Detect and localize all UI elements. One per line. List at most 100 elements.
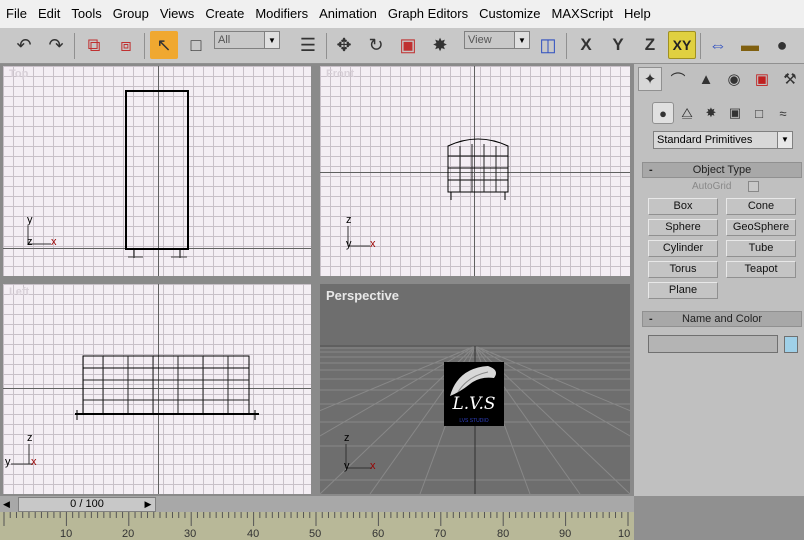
motion-tab-icon[interactable]: ◉ xyxy=(722,67,746,91)
track-tick-label: 10 xyxy=(60,528,73,540)
axis-x-label: x xyxy=(51,236,57,248)
viewport-left[interactable]: Left z y x xyxy=(3,284,311,494)
logo-text: L.V.S xyxy=(452,394,496,414)
utilities-tab-icon[interactable]: ⚒ xyxy=(778,67,802,91)
tube-button[interactable]: Tube xyxy=(726,240,796,257)
redo-icon[interactable]: ↷ xyxy=(42,31,70,59)
name-and-color-title: Name and Color xyxy=(681,313,763,325)
primitive-type-dropdown[interactable]: Standard Primitives ▼ xyxy=(653,131,793,149)
geometry-icon[interactable]: ● xyxy=(652,102,674,124)
menu-views[interactable]: Views xyxy=(156,0,201,28)
mirror-icon[interactable]: ⇔ xyxy=(704,31,732,59)
toolbar-separator xyxy=(700,33,701,59)
modify-tab-icon[interactable]: ⌒ xyxy=(666,67,690,91)
object-color-swatch[interactable] xyxy=(784,336,798,353)
restrict-y-button[interactable]: Y xyxy=(604,31,632,59)
restrict-x-button[interactable]: X xyxy=(572,31,600,59)
name-and-color-rollout[interactable]: - Name and Color xyxy=(642,311,802,327)
axis-y-label: y xyxy=(5,456,11,468)
hierarchy-tab-icon[interactable]: ▲ xyxy=(694,67,718,91)
unlink-selection-icon[interactable]: ⧈ xyxy=(112,31,140,59)
autogrid-checkbox[interactable] xyxy=(748,181,759,192)
material-editor-icon[interactable]: ● xyxy=(768,31,796,59)
select-by-name-icon[interactable]: ☰ xyxy=(294,31,322,59)
viewport-front[interactable]: Front z y x xyxy=(320,66,630,276)
pivot-point-icon[interactable]: ◫ xyxy=(534,31,562,59)
space-warps-icon[interactable]: ≈ xyxy=(772,102,794,124)
viewport-perspective[interactable]: Perspective L.V.S LVS STUDIO z x y xyxy=(320,284,630,494)
menu-animation[interactable]: Animation xyxy=(315,0,384,28)
reference-coordinate-dropdown[interactable]: View ▼ xyxy=(464,31,530,49)
select-object-icon[interactable]: ↖ xyxy=(150,31,178,59)
track-tick-label: 70 xyxy=(434,528,447,540)
select-and-link-icon[interactable]: ⧉ xyxy=(80,31,108,59)
object-name-field[interactable] xyxy=(648,335,778,353)
scale-icon[interactable]: ▣ xyxy=(394,31,422,59)
restrict-z-button[interactable]: Z xyxy=(636,31,664,59)
primitive-type-value: Standard Primitives xyxy=(657,134,753,146)
menu-file[interactable]: File xyxy=(2,0,34,28)
create-tab-icon[interactable]: ✦ xyxy=(638,67,662,91)
collapse-icon: - xyxy=(649,164,653,176)
chevron-down-icon: ▼ xyxy=(264,32,279,48)
lights-icon[interactable]: ✸ xyxy=(700,102,722,124)
track-bar[interactable]: 10 20 30 40 50 60 70 80 90 10 xyxy=(0,512,634,540)
toolbar-separator xyxy=(326,33,327,59)
time-slider[interactable]: ◀ 0 / 100 ▶ xyxy=(0,496,634,512)
track-tick-label: 90 xyxy=(559,528,572,540)
restrict-xy-button[interactable]: XY xyxy=(668,31,696,59)
track-tick-label: 80 xyxy=(497,528,510,540)
toolbar-separator xyxy=(144,33,145,59)
cone-button[interactable]: Cone xyxy=(726,198,796,215)
select-region-icon[interactable]: □ xyxy=(182,31,210,59)
helpers-icon[interactable]: □ xyxy=(748,102,770,124)
geosphere-button[interactable]: GeoSphere xyxy=(726,219,796,236)
manipulate-icon[interactable]: ✸ xyxy=(426,31,454,59)
align-icon[interactable]: ▬ xyxy=(736,31,764,59)
move-icon[interactable]: ✥ xyxy=(330,31,358,59)
menu-create[interactable]: Create xyxy=(201,0,251,28)
axis-y-label: y xyxy=(344,460,350,472)
chevron-down-icon: ▼ xyxy=(514,32,529,48)
object-type-rollout[interactable]: - Object Type xyxy=(642,162,802,178)
cylinder-button[interactable]: Cylinder xyxy=(648,240,718,257)
undo-icon[interactable]: ↶ xyxy=(10,31,38,59)
rotate-icon[interactable]: ↻ xyxy=(362,31,390,59)
display-tab-icon[interactable]: ▣ xyxy=(750,67,774,91)
menu-tools[interactable]: Tools xyxy=(67,0,108,28)
time-slider-thumb[interactable]: 0 / 100 xyxy=(18,497,156,512)
left-view-geometry xyxy=(11,355,259,465)
bottom-right-panel xyxy=(634,496,804,540)
chevron-down-icon: ▼ xyxy=(777,132,792,148)
menu-help[interactable]: Help xyxy=(620,0,658,28)
menu-graph-editors[interactable]: Graph Editors xyxy=(384,0,475,28)
menu-customize[interactable]: Customize xyxy=(475,0,547,28)
logo-subtext: LVS STUDIO xyxy=(459,418,489,424)
menu-group[interactable]: Group xyxy=(109,0,156,28)
selection-filter-dropdown[interactable]: All ▼ xyxy=(214,31,280,49)
menu-modifiers[interactable]: Modifiers xyxy=(251,0,315,28)
selection-filter-value: All xyxy=(218,34,231,46)
chevron-right-icon[interactable]: ▶ xyxy=(141,498,155,510)
axis-y-label: y xyxy=(27,214,33,226)
menu-bar: File Edit Tools Group Views Create Modif… xyxy=(0,0,804,28)
teapot-button[interactable]: Teapot xyxy=(726,261,796,278)
main-toolbar: ↶ ↷ ⧉ ⧈ ↖ □ All ▼ ☰ ✥ ↻ ▣ ✸ View ▼ ◫ X Y… xyxy=(0,28,804,64)
track-tick-label: 50 xyxy=(309,528,322,540)
collapse-icon: - xyxy=(649,313,653,325)
shapes-icon[interactable]: ⧋ xyxy=(676,102,698,124)
torus-button[interactable]: Torus xyxy=(648,261,718,278)
axis-x-label: x xyxy=(370,460,376,472)
lvs-logo: L.V.S LVS STUDIO xyxy=(444,362,504,426)
plane-button[interactable]: Plane xyxy=(648,282,718,299)
cameras-icon[interactable]: ▣ xyxy=(724,102,746,124)
box-button[interactable]: Box xyxy=(648,198,718,215)
menu-edit[interactable]: Edit xyxy=(34,0,67,28)
axis-z-label: z xyxy=(346,214,352,226)
chevron-left-icon[interactable]: ◀ xyxy=(3,498,15,510)
sphere-button[interactable]: Sphere xyxy=(648,219,718,236)
track-tick-label: 30 xyxy=(184,528,197,540)
menu-maxscript[interactable]: MAXScript xyxy=(548,0,620,28)
viewport-top[interactable]: Top y z x xyxy=(3,66,311,276)
track-tick-label: 60 xyxy=(372,528,385,540)
